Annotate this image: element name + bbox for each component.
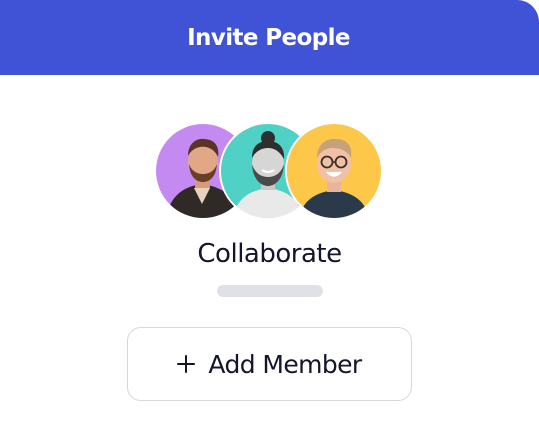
add-member-button[interactable]: Add Member	[127, 327, 412, 401]
avatar-3	[287, 124, 381, 218]
add-member-label: Add Member	[208, 349, 362, 379]
plus-icon	[177, 355, 196, 373]
header-title: Invite People	[187, 24, 350, 51]
placeholder-bar	[217, 285, 323, 297]
collaborate-label: Collaborate	[197, 239, 342, 269]
invite-card: Invite People Collaborate Add Member	[0, 0, 539, 438]
card-header: Invite People	[0, 0, 539, 75]
